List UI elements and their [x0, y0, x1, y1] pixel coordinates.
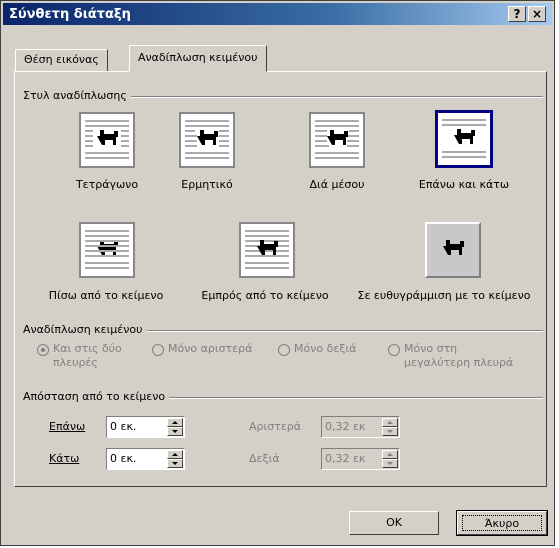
largest-only-label: Μόνο στη μεγαλύτερη πλευρά — [404, 342, 514, 369]
wrap-square-label: Τετράγωνο — [75, 178, 139, 191]
wrap-in-front-label: Εμπρός από το κείμενο — [201, 289, 329, 302]
right-only-radio[interactable] — [278, 344, 290, 356]
tight-wrap-icon — [185, 120, 229, 159]
distance-group-label: Απόσταση από το κείμενο — [23, 390, 170, 403]
wrap-tight-label: Ερμητικό — [181, 178, 233, 191]
wrap-square-button[interactable] — [79, 112, 135, 168]
wrap-tight-button[interactable] — [179, 112, 235, 168]
in-front-text-icon — [245, 230, 289, 269]
ok-button[interactable]: OK — [349, 511, 439, 535]
title-bar[interactable]: Σύνθετη διάταξη ? × — [3, 3, 552, 25]
left-distance-label: Αριστερά — [249, 420, 302, 433]
bottom-distance-label: Κάτω — [49, 452, 80, 465]
top-bottom-wrap-icon — [442, 119, 486, 158]
top-distance-down-button[interactable] — [167, 427, 183, 436]
bottom-distance-up-button[interactable] — [167, 450, 183, 459]
left-only-label: Μόνο αριστερά — [168, 342, 253, 355]
square-wrap-icon — [85, 120, 129, 159]
wrap-style-group-label: Στυλ αναδίπλωσης — [23, 89, 131, 102]
right-distance-label: Δεξιά — [249, 452, 280, 465]
advanced-layout-dialog: Σύνθετη διάταξη ? × Θέση εικόνας Αναδίπλ… — [0, 0, 555, 546]
through-wrap-icon — [315, 120, 359, 159]
dialog-title: Σύνθετη διάταξη — [9, 7, 131, 22]
tab-text-wrapping[interactable]: Αναδίπλωση κειμένου — [129, 45, 267, 72]
top-distance-spinner[interactable]: 0 εκ. — [106, 416, 185, 438]
wrap-behind-button[interactable] — [79, 222, 135, 278]
left-only-radio[interactable] — [152, 344, 164, 356]
wrap-top-bottom-button[interactable] — [435, 110, 493, 168]
left-distance-up-button[interactable] — [382, 418, 398, 427]
left-distance-down-button[interactable] — [382, 427, 398, 436]
right-distance-value[interactable]: 0,32 εκ — [325, 452, 365, 465]
cancel-button-label: Άκυρο — [462, 515, 542, 531]
right-distance-spinner[interactable]: 0,32 εκ — [321, 448, 400, 470]
wrap-top-bottom-label: Επάνω και κάτω — [418, 178, 510, 191]
largest-only-radio[interactable] — [388, 344, 400, 356]
both-sides-label: Και στις δύο πλευρές — [53, 342, 122, 369]
left-distance-value[interactable]: 0,32 εκ — [325, 420, 365, 433]
left-distance-spinner[interactable]: 0,32 εκ — [321, 416, 400, 438]
wrap-through-label: Διά μέσου — [309, 178, 365, 191]
wrap-through-button[interactable] — [309, 112, 365, 168]
top-distance-value[interactable]: 0 εκ. — [110, 420, 136, 433]
wrap-text-group-label: Αναδίπλωση κειμένου — [23, 323, 147, 336]
close-button[interactable]: × — [528, 6, 546, 22]
wrap-in-front-button[interactable] — [239, 222, 295, 278]
help-button[interactable]: ? — [508, 6, 526, 22]
tab-panel: Στυλ αναδίπλωσης Τετράγωνο Ερμητικό Διά … — [14, 71, 547, 487]
right-distance-up-button[interactable] — [382, 450, 398, 459]
tab-picture-position[interactable]: Θέση εικόνας — [15, 49, 108, 71]
bottom-distance-down-button[interactable] — [167, 459, 183, 468]
wrap-inline-button[interactable] — [425, 222, 481, 278]
wrap-behind-label: Πίσω από το κείμενο — [48, 289, 164, 302]
cancel-button[interactable]: Άκυρο — [456, 510, 548, 536]
top-distance-label: Επάνω — [49, 420, 86, 433]
bottom-distance-spinner[interactable]: 0 εκ. — [106, 448, 185, 470]
right-only-label: Μόνο δεξιά — [294, 342, 357, 355]
top-distance-up-button[interactable] — [167, 418, 183, 427]
inline-text-icon — [443, 240, 464, 255]
both-sides-radio[interactable] — [37, 344, 49, 356]
right-distance-down-button[interactable] — [382, 459, 398, 468]
wrap-inline-label: Σε ευθυγράμμιση με το κείμενο — [357, 289, 531, 302]
behind-text-icon — [85, 230, 129, 269]
bottom-distance-value[interactable]: 0 εκ. — [110, 452, 136, 465]
